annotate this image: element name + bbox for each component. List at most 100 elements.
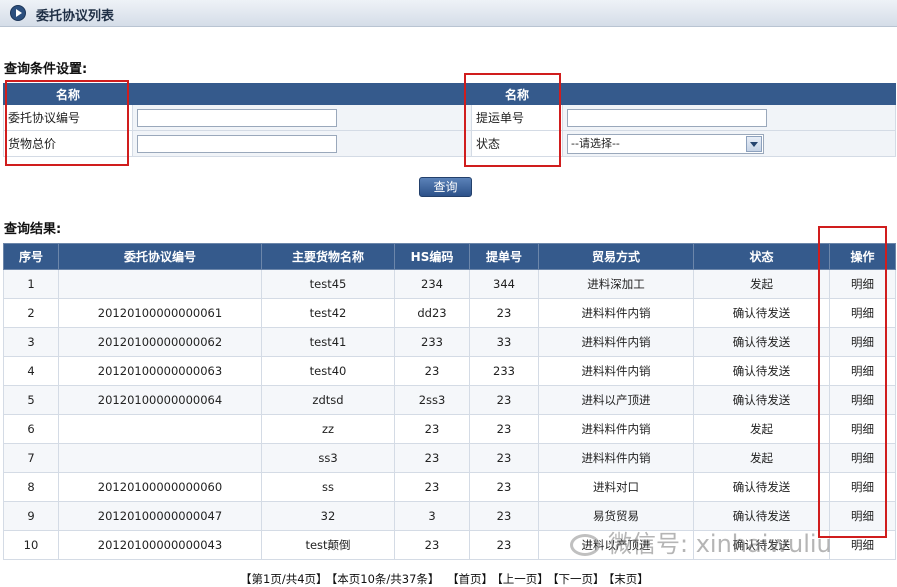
table-cell: test45	[261, 269, 395, 299]
table-row: 7 ss3 23 23 进料料件内销 发起 明细	[3, 443, 896, 473]
table-cell: 20120100000000043	[58, 530, 262, 560]
table-cell: 23	[394, 472, 470, 502]
table-cell: 进料料件内销	[538, 443, 694, 473]
table-cell: 9	[3, 501, 59, 531]
table-cell: 确认待发送	[693, 356, 830, 386]
table-cell: 20120100000000047	[58, 501, 262, 531]
table-cell: 确认待发送	[693, 327, 830, 357]
table-cell: 234	[394, 269, 470, 299]
table-cell: 20120100000000063	[58, 356, 262, 386]
table-cell: test颠倒	[261, 530, 395, 560]
table-cell: zdtsd	[261, 385, 395, 415]
agreement-no-input[interactable]	[137, 108, 337, 127]
table-cell: 4	[3, 356, 59, 386]
table-cell: 6	[3, 414, 59, 444]
pager-page-info: 【第1页/共4页】	[240, 572, 328, 586]
query-section-label: 查询条件设置:	[4, 62, 88, 77]
table-cell: 23	[469, 414, 539, 444]
table-cell: 23	[394, 414, 470, 444]
table-cell: 7	[3, 443, 59, 473]
table-cell	[58, 443, 262, 473]
table-cell: 233	[469, 356, 539, 386]
pager-prev-link[interactable]: 【上一页】	[497, 572, 549, 586]
highlight-box-name-left	[5, 80, 129, 166]
highlight-box-name-right	[464, 73, 561, 167]
table-row: 3 20120100000000062 test41 233 33 进料料件内销 确认待发送…	[3, 327, 896, 357]
status-select[interactable]: --请选择--	[567, 133, 764, 154]
table-cell: 发起	[693, 443, 830, 473]
query-form-table: 名称 名称 委托协议编号 提运单号 货物总价 状态 --请选择--	[3, 83, 896, 157]
table-cell: 23	[394, 530, 470, 560]
table-cell: test42	[261, 298, 395, 328]
table-cell: 2ss3	[394, 385, 470, 415]
table-cell: 3	[3, 327, 59, 357]
column-header: 序号	[3, 243, 59, 270]
table-cell: 进料以产顶进	[538, 385, 694, 415]
table-cell: 20120100000000061	[58, 298, 262, 328]
title-bar: 委托协议列表	[0, 0, 897, 27]
table-row: 5 20120100000000064 zdtsd 2ss3 23 进料以产顶进 确认待发送…	[3, 385, 896, 415]
table-cell: 8	[3, 472, 59, 502]
table-cell: 23	[469, 501, 539, 531]
pager-count-info: 【本页10条/共37条】	[331, 572, 440, 586]
table-cell	[58, 414, 262, 444]
column-header: 主要货物名称	[261, 243, 395, 270]
table-cell: 33	[469, 327, 539, 357]
table-cell: dd23	[394, 298, 470, 328]
table-cell: 1	[3, 269, 59, 299]
chevron-down-icon[interactable]	[746, 135, 762, 152]
column-header: HS编码	[394, 243, 470, 270]
table-cell: test40	[261, 356, 395, 386]
table-cell: 23	[394, 443, 470, 473]
table-cell: 进料料件内销	[538, 414, 694, 444]
wechat-logo-icon	[570, 534, 600, 556]
table-cell: 32	[261, 501, 395, 531]
table-cell: 2	[3, 298, 59, 328]
highlight-box-operation	[818, 226, 887, 538]
table-cell: 进料料件内销	[538, 356, 694, 386]
bill-no-input[interactable]	[567, 108, 767, 127]
table-row: 1 test45 234 344 进料深加工 发起 明细	[3, 269, 896, 299]
pager-last-link[interactable]: 【末页】	[609, 572, 649, 586]
total-price-input[interactable]	[137, 134, 337, 153]
table-row: 4 20120100000000063 test40 23 233 进料料件内销 确认待发送…	[3, 356, 896, 386]
table-cell: 进料对口	[538, 472, 694, 502]
table-cell: 3	[394, 501, 470, 531]
table-cell: 20120100000000062	[58, 327, 262, 357]
table-cell: 20120100000000060	[58, 472, 262, 502]
table-row: 6 zz 23 23 进料料件内销 发起 明细	[3, 414, 896, 444]
results-section-label: 查询结果:	[4, 222, 62, 237]
column-header: 提单号	[469, 243, 539, 270]
table-cell: 23	[394, 356, 470, 386]
table-cell: 233	[394, 327, 470, 357]
pager-next-link[interactable]: 【下一页】	[553, 572, 605, 586]
table-cell: 23	[469, 385, 539, 415]
watermark: 微信号: xinhaiwuliu	[570, 524, 832, 559]
table-row: 2 20120100000000061 test42 dd23 23 进料料件内销 确认待发…	[3, 298, 896, 328]
table-cell: ss3	[261, 443, 395, 473]
arrow-circle-icon	[10, 5, 26, 21]
page-title: 委托协议列表	[36, 9, 115, 24]
table-cell: 344	[469, 269, 539, 299]
table-cell: 确认待发送	[693, 385, 830, 415]
pager-first-link[interactable]: 【首页】	[447, 572, 493, 586]
column-header: 状态	[693, 243, 830, 270]
table-cell: 23	[469, 443, 539, 473]
table-cell: ss	[261, 472, 395, 502]
table-cell: 5	[3, 385, 59, 415]
table-cell: 23	[469, 472, 539, 502]
table-cell: 20120100000000064	[58, 385, 262, 415]
table-cell	[58, 269, 262, 299]
table-cell: test41	[261, 327, 395, 357]
status-select-value: --请选择--	[571, 136, 620, 150]
table-cell: 发起	[693, 414, 830, 444]
table-cell: 23	[469, 530, 539, 560]
table-cell: 确认待发送	[693, 298, 830, 328]
results-table: 序号 委托协议编号 主要货物名称 HS编码 提单号 贸易方式 状态 操作 1 test45 234…	[3, 243, 896, 560]
table-cell: 10	[3, 530, 59, 560]
table-cell: zz	[261, 414, 395, 444]
table-cell: 发起	[693, 269, 830, 299]
query-button[interactable]: 查询	[419, 177, 472, 197]
table-cell: 进料料件内销	[538, 327, 694, 357]
table-cell: 23	[469, 298, 539, 328]
